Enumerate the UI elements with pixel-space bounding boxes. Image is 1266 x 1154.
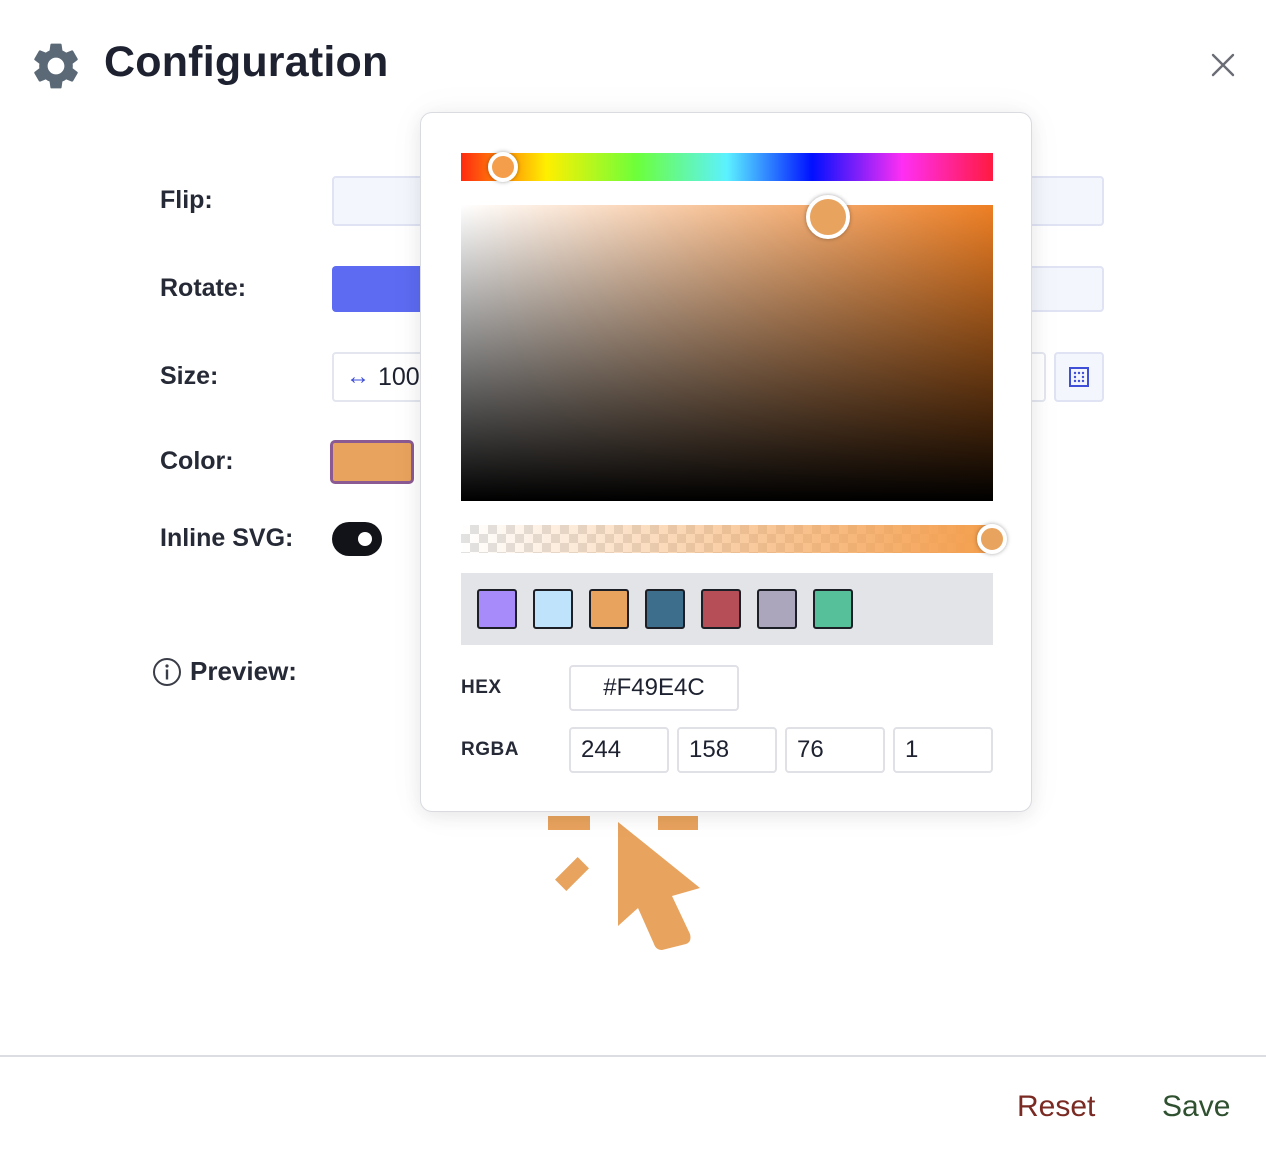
preset-swatch[interactable] [589,589,629,629]
page-title: Configuration [104,38,389,86]
size-label: Size: [160,362,219,390]
blue-input[interactable] [785,727,885,773]
horizontal-arrows-icon: ↔ [346,363,370,390]
alpha-input[interactable] [893,727,993,773]
color-picker-popup: HEX RGBA [420,112,1032,812]
color-label: Color: [160,447,234,475]
reset-button[interactable]: Reset [1017,1090,1095,1124]
preview-label: Preview: [190,656,297,686]
preset-swatches [461,573,993,645]
color-swatch-button[interactable] [330,440,414,484]
preset-swatch[interactable] [533,589,573,629]
green-input[interactable] [677,727,777,773]
info-icon[interactable] [152,657,182,687]
alpha-slider[interactable] [461,525,993,553]
preset-swatch[interactable] [701,589,741,629]
rgba-label: RGBA [461,739,519,760]
save-button[interactable]: Save [1162,1090,1230,1124]
inline-svg-label: Inline SVG: [160,524,294,552]
close-icon[interactable] [1206,48,1240,82]
gear-icon [34,43,78,89]
rotate-option-selected[interactable] [332,266,432,312]
size-width-value: 100 [378,362,420,391]
aspect-ratio-icon [1069,367,1089,387]
red-input[interactable] [569,727,669,773]
inline-svg-toggle[interactable] [332,522,382,556]
flip-label: Flip: [160,186,213,214]
rotate-label: Rotate: [160,274,247,302]
cursor-click-preview-icon [548,816,700,950]
hex-label: HEX [461,677,502,698]
preset-swatch[interactable] [757,589,797,629]
hue-slider[interactable] [461,153,993,181]
hue-slider-handle[interactable] [488,152,518,182]
aspect-ratio-button[interactable] [1054,352,1104,402]
preview-heading: Preview: [152,656,297,687]
preset-swatch[interactable] [813,589,853,629]
dialog-header: Configuration [0,0,1266,130]
footer-divider [0,1055,1266,1057]
alpha-slider-handle[interactable] [977,524,1007,554]
preset-swatch[interactable] [645,589,685,629]
hex-input[interactable] [569,665,739,711]
preset-swatch[interactable] [477,589,517,629]
saturation-value-handle[interactable] [806,195,850,239]
toggle-knob [358,532,372,546]
saturation-value-area[interactable] [461,205,993,501]
